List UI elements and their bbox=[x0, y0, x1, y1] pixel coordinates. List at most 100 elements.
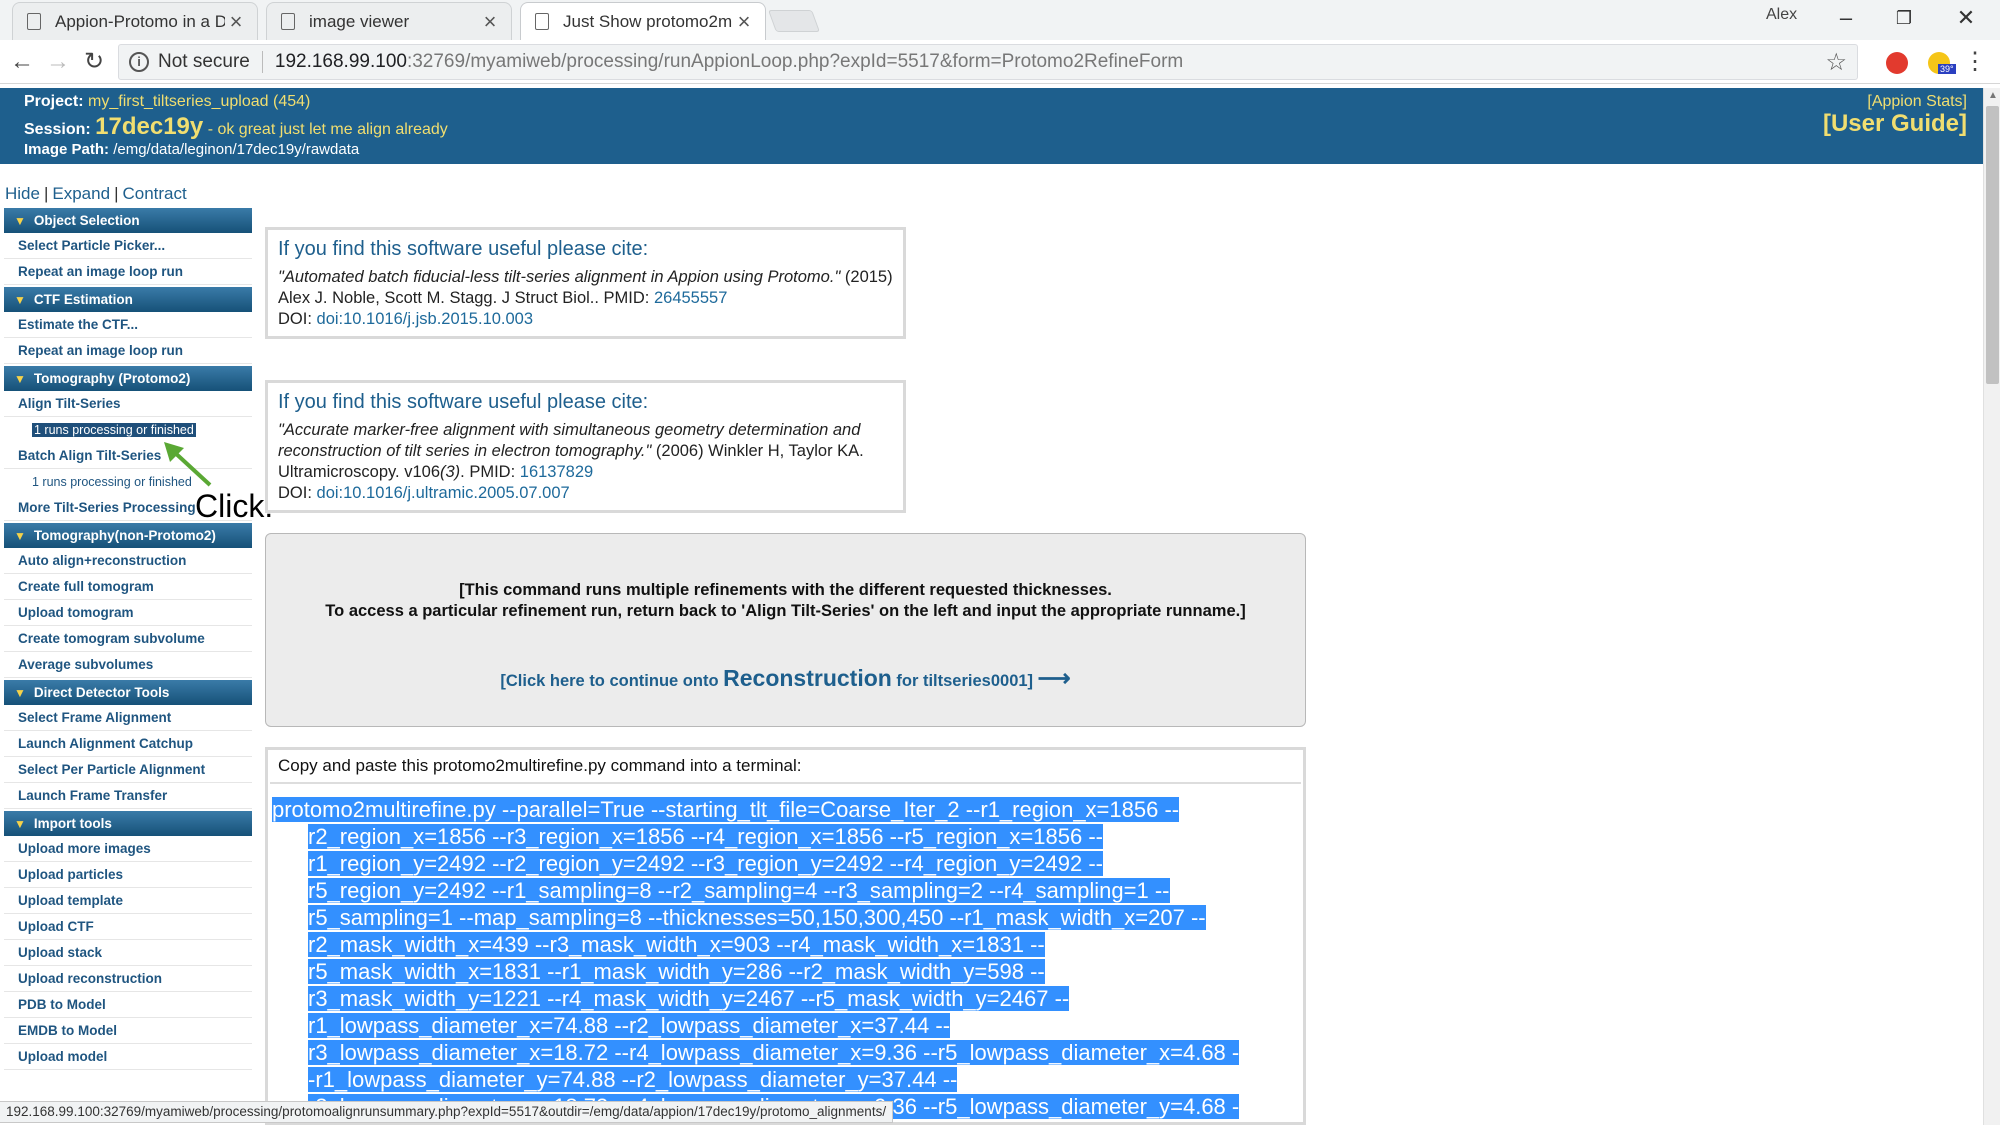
restore-icon[interactable]: ❐ bbox=[1884, 4, 1924, 32]
sidebar-item[interactable]: Batch Align Tilt-Series bbox=[4, 443, 252, 469]
address-bar[interactable]: i Not secure 192.168.99.100:32769/myamiw… bbox=[118, 44, 1858, 80]
continue-reconstruction-link[interactable]: [Click here to continue onto Reconstruct… bbox=[266, 665, 1305, 692]
info-icon[interactable]: i bbox=[129, 52, 149, 72]
sidebar-section-title: Import tools bbox=[33, 816, 112, 831]
sidebar-section-title: Direct Detector Tools bbox=[33, 685, 170, 700]
close-tab-icon[interactable]: × bbox=[733, 9, 755, 35]
citation-heading: If you find this software useful please … bbox=[278, 238, 649, 260]
citation-heading: If you find this software useful please … bbox=[278, 391, 649, 413]
sidebar-item[interactable]: Auto align+reconstruction bbox=[4, 548, 252, 574]
sidebar-item[interactable]: Repeat an image loop run bbox=[4, 259, 252, 285]
citation-text: "Accurate marker-free alignment with sim… bbox=[278, 420, 893, 504]
sidebar-section-header[interactable]: ▼ Tomography (Protomo2) bbox=[4, 366, 252, 391]
sidebar-item[interactable]: Select Per Particle Alignment bbox=[4, 757, 252, 783]
sidebar-item[interactable]: Upload reconstruction bbox=[4, 966, 252, 992]
sidebar-run-status-link[interactable]: 1 runs processing or finished bbox=[4, 417, 252, 443]
doi-link[interactable]: doi:10.1016/j.jsb.2015.10.003 bbox=[317, 310, 534, 328]
command-line-text: -r1_lowpass_diameter_y=74.88 --r2_lowpas… bbox=[308, 1067, 958, 1092]
sidebar-item-label: Upload tomogram bbox=[18, 605, 134, 620]
sidebar-item-label: EMDB to Model bbox=[18, 1023, 117, 1038]
command-line: r1_region_y=2492 --r2_region_y=2492 --r3… bbox=[272, 850, 1282, 877]
contract-link[interactable]: Contract bbox=[122, 184, 186, 203]
sidebar-item-label: Create tomogram subvolume bbox=[18, 631, 205, 646]
pmid-link[interactable]: 26455557 bbox=[654, 289, 727, 307]
sidebar-item[interactable]: Create full tomogram bbox=[4, 574, 252, 600]
sidebar-item[interactable]: Select Particle Picker... bbox=[4, 233, 252, 259]
sidebar-item[interactable]: Estimate the CTF... bbox=[4, 312, 252, 338]
close-tab-icon[interactable]: × bbox=[225, 9, 247, 35]
sidebar-section-header[interactable]: ▼ Object Selection bbox=[4, 208, 252, 233]
back-icon[interactable]: ← bbox=[6, 46, 38, 78]
browser-tab[interactable]: Appion-Protomo in a Do × bbox=[12, 2, 258, 40]
collapse-triangle-icon[interactable]: ▼ bbox=[14, 529, 26, 543]
sidebar-item-label: Upload CTF bbox=[18, 919, 94, 934]
close-tab-icon[interactable]: × bbox=[479, 9, 501, 35]
sidebar-item[interactable]: Upload more images bbox=[4, 836, 252, 862]
collapse-triangle-icon[interactable]: ▼ bbox=[14, 293, 26, 307]
minimize-icon[interactable]: – bbox=[1826, 4, 1866, 32]
sidebar-item[interactable]: Upload CTF bbox=[4, 914, 252, 940]
command-line-text: r1_lowpass_diameter_x=74.88 --r2_lowpass… bbox=[308, 1013, 951, 1038]
sidebar-section-header[interactable]: ▼ CTF Estimation bbox=[4, 287, 252, 312]
citation-title: "Automated batch fiducial-less tilt-seri… bbox=[278, 268, 841, 286]
new-tab-button[interactable] bbox=[767, 10, 821, 32]
bookmark-star-icon[interactable]: ☆ bbox=[1825, 48, 1847, 77]
menu-icon[interactable]: ⋮ bbox=[1962, 46, 1988, 78]
doi-label: DOI: bbox=[278, 484, 317, 502]
sidebar-item[interactable]: Create tomogram subvolume bbox=[4, 626, 252, 652]
collapse-triangle-icon[interactable]: ▼ bbox=[14, 372, 26, 386]
browser-tab-active[interactable]: Just Show protomo2mult × bbox=[520, 2, 766, 40]
page-scrollbar[interactable]: ▲ bbox=[1983, 88, 2000, 1125]
sidebar-item[interactable]: PDB to Model bbox=[4, 992, 252, 1018]
command-line-text: r3_lowpass_diameter_x=18.72 --r4_lowpass… bbox=[308, 1040, 1240, 1065]
sidebar-item[interactable]: Align Tilt-Series bbox=[4, 391, 252, 417]
command-line: r3_mask_width_y=1221 --r4_mask_width_y=2… bbox=[272, 985, 1282, 1012]
sidebar-section-header[interactable]: ▼ Import tools bbox=[4, 811, 252, 836]
collapse-triangle-icon[interactable]: ▼ bbox=[14, 686, 26, 700]
citation-box: If you find this software useful please … bbox=[265, 227, 906, 339]
user-guide-link[interactable]: [User Guide] bbox=[1823, 110, 1967, 138]
command-text[interactable]: protomo2multirefine.py --parallel=True -… bbox=[272, 796, 1282, 1120]
sidebar-section-header[interactable]: ▼ Tomography(non-Protomo2) bbox=[4, 523, 252, 548]
sidebar-item-label: Launch Frame Transfer bbox=[18, 788, 168, 803]
sidebar-item[interactable]: Launch Alignment Catchup bbox=[4, 731, 252, 757]
command-line-text: protomo2multirefine.py --parallel=True -… bbox=[272, 797, 1180, 822]
sidebar-section-header[interactable]: ▼ Direct Detector Tools bbox=[4, 680, 252, 705]
collapse-triangle-icon[interactable]: ▼ bbox=[14, 214, 26, 228]
doi-link[interactable]: doi:10.1016/j.ultramic.2005.07.007 bbox=[317, 484, 570, 502]
arrow-right-icon: ⟶ bbox=[1037, 665, 1071, 691]
hide-link[interactable]: Hide bbox=[5, 184, 40, 203]
sidebar-item-label: Average subvolumes bbox=[18, 657, 154, 672]
expand-link[interactable]: Expand bbox=[52, 184, 110, 203]
sidebar-item[interactable]: Select Frame Alignment bbox=[4, 705, 252, 731]
scrollbar-thumb[interactable] bbox=[1986, 106, 1999, 384]
sidebar-item[interactable]: Repeat an image loop run bbox=[4, 338, 252, 364]
pmid-link[interactable]: 16137829 bbox=[520, 463, 593, 481]
sidebar-item[interactable]: Upload model bbox=[4, 1044, 252, 1070]
sidebar-item[interactable]: Upload stack bbox=[4, 940, 252, 966]
sidebar-item[interactable]: Upload particles bbox=[4, 862, 252, 888]
sidebar-item[interactable]: EMDB to Model bbox=[4, 1018, 252, 1044]
weather-extension-icon[interactable]: 39° bbox=[1928, 52, 1956, 74]
collapse-triangle-icon[interactable]: ▼ bbox=[14, 817, 26, 831]
project-link[interactable]: my_first_tiltseries_upload (454) bbox=[88, 93, 310, 110]
sidebar-controls: Hide | Expand | Contract bbox=[5, 184, 187, 203]
browser-tab[interactable]: image viewer × bbox=[266, 2, 512, 40]
command-line: r2_mask_width_x=439 --r3_mask_width_x=90… bbox=[272, 931, 1282, 958]
close-window-icon[interactable]: ✕ bbox=[1946, 4, 1986, 32]
sidebar-item[interactable]: Upload template bbox=[4, 888, 252, 914]
sidebar-item[interactable]: Average subvolumes bbox=[4, 652, 252, 678]
extension-icon[interactable] bbox=[1886, 52, 1908, 74]
command-line: protomo2multirefine.py --parallel=True -… bbox=[272, 796, 1282, 823]
session-link[interactable]: 17dec19y bbox=[95, 113, 203, 140]
command-box: Copy and paste this protomo2multirefine.… bbox=[265, 747, 1306, 1125]
status-bar: 192.168.99.100:32769/myamiweb/processing… bbox=[0, 1101, 894, 1123]
scroll-up-icon[interactable]: ▲ bbox=[1988, 90, 1998, 101]
command-line-text: r5_sampling=1 --map_sampling=8 --thickne… bbox=[308, 905, 1206, 930]
sidebar-item[interactable]: Upload tomogram bbox=[4, 600, 252, 626]
sidebar-item[interactable]: Launch Frame Transfer bbox=[4, 783, 252, 809]
appion-stats-link[interactable]: [Appion Stats] bbox=[1867, 93, 1967, 111]
reload-icon[interactable]: ↻ bbox=[78, 46, 110, 78]
forward-icon[interactable]: → bbox=[42, 46, 74, 78]
profile-name[interactable]: Alex bbox=[1766, 6, 1797, 24]
